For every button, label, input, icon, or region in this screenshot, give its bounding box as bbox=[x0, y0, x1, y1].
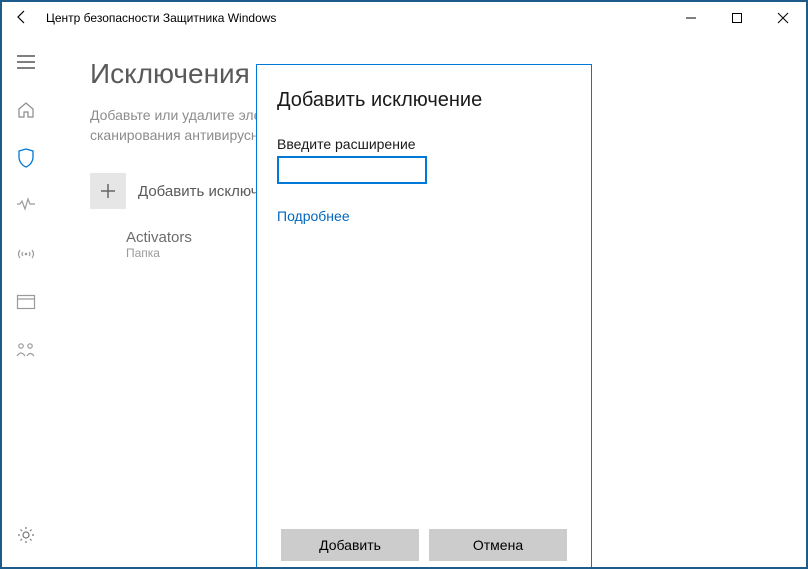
close-button[interactable] bbox=[760, 2, 806, 34]
minimize-button[interactable] bbox=[668, 2, 714, 34]
maximize-button[interactable] bbox=[714, 2, 760, 34]
extension-input-label: Введите расширение bbox=[277, 136, 571, 152]
more-link[interactable]: Подробнее bbox=[277, 208, 571, 224]
network-icon[interactable] bbox=[2, 242, 50, 266]
cancel-button[interactable]: Отмена bbox=[429, 529, 567, 561]
window-title: Центр безопасности Защитника Windows bbox=[42, 11, 668, 25]
shield-icon[interactable] bbox=[2, 146, 50, 170]
add-exclusion-dialog: Добавить исключение Введите расширение П… bbox=[256, 64, 592, 569]
family-icon[interactable] bbox=[2, 338, 50, 362]
titlebar: Центр безопасности Защитника Windows bbox=[2, 2, 806, 34]
sidebar bbox=[2, 34, 50, 567]
back-button[interactable] bbox=[2, 9, 42, 28]
plus-icon bbox=[90, 173, 126, 209]
app-window: Центр безопасности Защитника Windows bbox=[0, 0, 808, 569]
menu-icon[interactable] bbox=[2, 50, 50, 74]
window-controls bbox=[668, 2, 806, 34]
dialog-buttons: Добавить Отмена bbox=[277, 529, 571, 565]
home-icon[interactable] bbox=[2, 98, 50, 122]
dialog-title: Добавить исключение bbox=[277, 89, 571, 112]
extension-input[interactable] bbox=[277, 156, 427, 184]
settings-icon[interactable] bbox=[2, 523, 50, 547]
add-button[interactable]: Добавить bbox=[281, 529, 419, 561]
apps-icon[interactable] bbox=[2, 290, 50, 314]
heart-icon[interactable] bbox=[2, 194, 50, 218]
